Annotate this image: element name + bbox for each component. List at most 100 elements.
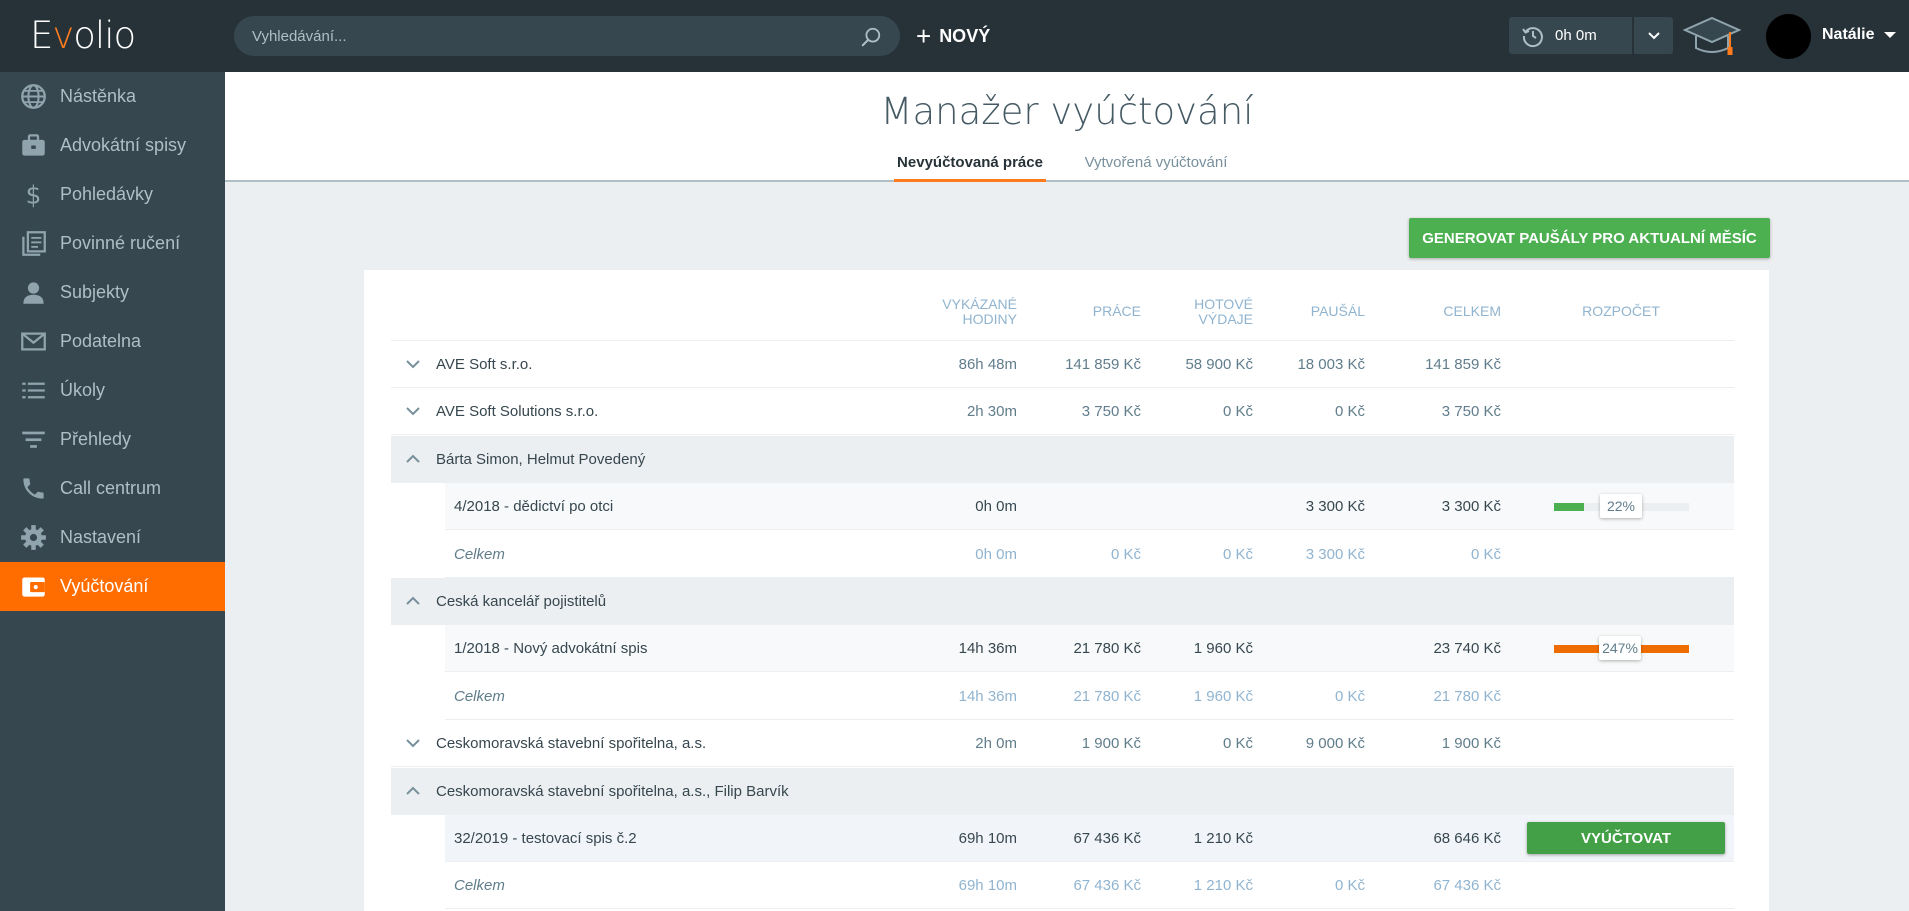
row-name[interactable]: Ceská kancelář pojistitelů [436, 593, 606, 610]
cell-total: 23 740 Kč [1433, 640, 1501, 658]
cell-total: 1 900 Kč [1441, 735, 1501, 753]
generate-flat-fees-button[interactable]: GENEROVAT PAUŠÁLY PRO AKTUALNÍ MĚSÍC [1409, 218, 1770, 258]
row-name[interactable]: Ceskomoravská stavební spořitelna, a.s.,… [436, 783, 789, 800]
graduation-cap-icon[interactable] [1683, 12, 1741, 60]
sidebar-item-podatelna[interactable]: Podatelna [0, 317, 225, 366]
new-button-label: NOVÝ [939, 25, 991, 46]
row-name[interactable]: AVE Soft Solutions s.r.o. [436, 403, 598, 420]
plus-icon: + [916, 21, 932, 51]
client-row[interactable]: Ceskomoravská stavební spořitelna, a.s.,… [391, 767, 1734, 815]
client-row[interactable]: AVE Soft Solutions s.r.o. 2h 30m 3 750 Kč 0… [391, 388, 1734, 436]
sidebar-item-ukoly[interactable]: Úkoly [0, 366, 225, 415]
chevron-up-icon[interactable] [405, 451, 421, 467]
sidebar-item-subjekty[interactable]: Subjekty [0, 268, 225, 317]
gear-icon [21, 525, 46, 550]
cell-hours: 69h 10m [958, 830, 1017, 847]
search-icon[interactable] [860, 26, 882, 48]
cell-work: 21 780 Kč [1073, 640, 1141, 658]
client-row[interactable]: Ceská kancelář pojistitelů [391, 578, 1734, 625]
sidebar-item-label: Přehledy [60, 429, 132, 449]
row-name[interactable]: 32/2019 - testovací spis č.2 [454, 830, 637, 847]
header-hours[interactable]: VYKÁZANÉ HODINY [921, 297, 1017, 327]
row-name[interactable]: 4/2018 - dědictví po otci [454, 498, 613, 515]
avatar[interactable] [1766, 14, 1811, 59]
sidebar-item-nastenka[interactable]: Nástěnka [0, 72, 225, 121]
budget-progress-bar: 22% [1554, 494, 1689, 519]
budget-progress-fill [1554, 503, 1584, 512]
globe-icon [21, 84, 46, 109]
chevron-down-icon[interactable] [405, 356, 421, 372]
row-name[interactable]: AVE Soft s.r.o. [436, 356, 532, 373]
sidebar-item-label: Podatelna [60, 331, 142, 351]
chevron-up-icon[interactable] [405, 783, 421, 799]
header-cash[interactable]: HOTOVÉ VÝDAJE [1151, 297, 1253, 327]
cell-work: 0 Kč [1110, 545, 1141, 563]
sidebar-item-label: Vyúčtování [60, 576, 149, 596]
header-hours-line2: HODINY [962, 311, 1017, 327]
chevron-down-icon[interactable] [405, 735, 421, 751]
cell-cash: 0 Kč [1222, 735, 1253, 753]
sidebar-item-nastaveni[interactable]: Nastavení [0, 513, 225, 562]
user-name: Natálie [1822, 26, 1875, 43]
case-row: 32/2019 - testovací spis č.2 69h 10m 67 43… [445, 815, 1734, 862]
chevron-down-icon [1647, 31, 1660, 39]
cell-flat: 0 Kč [1334, 877, 1365, 895]
page-header: Manažer vyúčtování Nevyúčtovaná práce Vy… [225, 72, 1909, 182]
cell-total: 3 750 Kč [1441, 403, 1501, 421]
client-total-row: Celkem 0h 0m 0 Kč 0 Kč 3 300 Kč 0 Kč [445, 531, 1734, 578]
sidebar-item-label: Nástěnka [60, 86, 137, 106]
cell-work: 67 436 Kč [1073, 830, 1141, 847]
sidebar-item-prehledy[interactable]: Přehledy [0, 415, 225, 464]
cell-work: 1 900 Kč [1081, 735, 1141, 753]
sidebar-item-vyuctovani[interactable]: Vyúčtování [0, 562, 225, 611]
app-logo[interactable]: Evolio [30, 14, 136, 57]
row-name[interactable]: Bárta Simon, Helmut Povedený [436, 451, 645, 468]
cell-hours: 86h 48m [958, 356, 1017, 373]
search-box [234, 16, 900, 56]
filter-icon [22, 431, 45, 448]
header-total[interactable]: CELKEM [1391, 304, 1501, 319]
timer-value: 0h 0m [1555, 27, 1597, 44]
sidebar-item-povinne-ruceni[interactable]: Povinné ručení [0, 219, 225, 268]
page-title: Manažer vyúčtování [880, 90, 1254, 133]
sidebar-item-label: Pohledávky [60, 184, 154, 204]
client-row[interactable]: Bárta Simon, Helmut Povedený [391, 435, 1734, 483]
header-flat[interactable]: PAUŠÁL [1261, 304, 1365, 319]
chevron-down-icon[interactable] [405, 403, 421, 419]
sidebar-item-call-centrum[interactable]: Call centrum [0, 464, 225, 513]
cell-cash: 58 900 Kč [1185, 356, 1253, 373]
dollar-icon: $ [26, 181, 42, 208]
tab-nevyuctovana-prace[interactable]: Nevyúčtovaná práce [894, 154, 1046, 182]
user-menu[interactable]: Natálie [1822, 26, 1897, 44]
cell-total: 68 646 Kč [1433, 830, 1501, 847]
cell-flat: 3 300 Kč [1305, 545, 1365, 563]
row-name[interactable]: 1/2018 - Nový advokátní spis [454, 640, 647, 657]
chevron-up-icon[interactable] [405, 593, 421, 609]
cell-cash: 1 960 Kč [1193, 640, 1253, 658]
cell-total: 0 Kč [1470, 545, 1501, 563]
cell-hours: 14h 36m [958, 687, 1017, 705]
cell-flat: 18 003 Kč [1297, 356, 1365, 373]
client-row[interactable]: AVE Soft s.r.o. 86h 48m 141 859 Kč 58 900 K… [391, 341, 1734, 388]
bill-button[interactable]: VYÚČTOVAT [1527, 822, 1725, 854]
sidebar-item-pohledavky[interactable]: $ Pohledávky [0, 170, 225, 219]
timer-dropdown-button[interactable] [1634, 17, 1673, 54]
search-input[interactable] [252, 16, 852, 56]
cell-hours: 2h 0m [975, 735, 1017, 753]
header-cash-line1: HOTOVÉ [1194, 296, 1253, 312]
new-button[interactable]: + NOVÝ [916, 20, 990, 52]
cell-cash: 1 960 Kč [1193, 687, 1253, 705]
client-row[interactable]: Ceskomoravská stavební spořitelna, a.s. 2… [391, 720, 1734, 768]
header-work[interactable]: PRÁCE [1041, 304, 1141, 319]
row-name[interactable]: Ceskomoravská stavební spořitelna, a.s. [436, 735, 706, 752]
client-total-row: Celkem 69h 10m 67 436 Kč 1 210 Kč 0 Kč 67 436… [445, 862, 1734, 910]
timer-display[interactable]: 0h 0m [1509, 17, 1632, 54]
sidebar-item-advokatni-spisy[interactable]: Advokátní spisy [0, 121, 225, 170]
sidebar-item-label: Povinné ručení [60, 233, 181, 253]
cell-hours: 0h 0m [975, 498, 1017, 516]
case-row: 1/2018 - Nový advokátní spis 14h 36m 21 78… [445, 625, 1734, 673]
tab-vytvorena-vyuctovani[interactable]: Vytvořená vyúčtování [1076, 154, 1236, 182]
sidebar: Nástěnka Advokátní spisy $ Pohledávky Po… [0, 72, 225, 911]
svg-text:$: $ [26, 181, 42, 208]
caret-down-icon [1884, 32, 1897, 38]
